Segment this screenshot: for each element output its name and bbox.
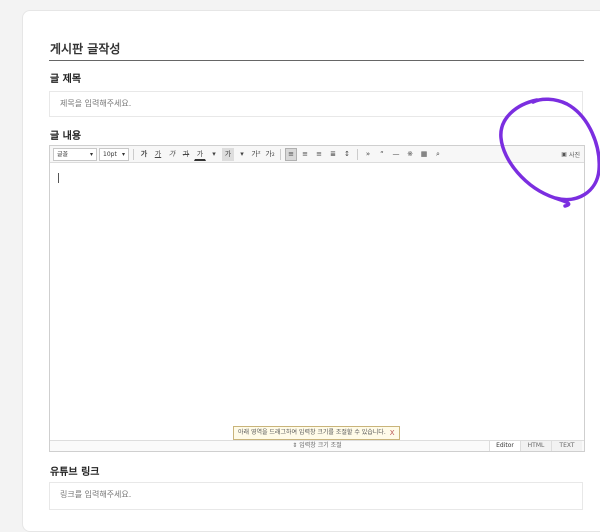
strikethrough-button[interactable]: 가 xyxy=(180,148,192,161)
align-justify-icon[interactable]: ≣ xyxy=(327,148,339,161)
font-size-value: 10pt xyxy=(103,150,117,158)
resize-label: 입력창 크기 조절 xyxy=(299,442,342,449)
resize-arrow-icon: ⇕ xyxy=(292,442,298,449)
chevron-down-icon: ▾ xyxy=(121,150,125,158)
resize-tooltip: 아래 영역을 드래그하여 입력창 크기를 조절할 수 있습니다. X xyxy=(233,426,400,440)
text-caret xyxy=(58,173,59,183)
horizontal-rule-icon[interactable]: — xyxy=(390,148,402,161)
search-icon[interactable]: ⌕ xyxy=(432,148,444,161)
hand-drawn-circle-annotation xyxy=(499,97,600,208)
font-family-value: 글꼴 xyxy=(57,150,69,158)
underline-button[interactable]: 가 xyxy=(152,148,164,161)
page-title: 게시판 글작성 xyxy=(50,42,121,56)
superscript-button[interactable]: 가² xyxy=(250,148,262,161)
special-character-icon[interactable]: ※ xyxy=(404,148,416,161)
tab-html[interactable]: HTML xyxy=(520,441,551,451)
align-left-icon[interactable]: ≡ xyxy=(285,147,297,161)
tooltip-text: 아래 영역을 드래그하여 입력창 크기를 조절할 수 있습니다. xyxy=(238,429,386,436)
toolbar-separator xyxy=(280,148,281,160)
title-divider xyxy=(49,60,584,61)
youtube-label: 유튜브 링크 xyxy=(50,467,100,478)
tab-editor[interactable]: Editor xyxy=(489,441,520,451)
chevron-down-icon[interactable]: ▾ xyxy=(208,148,220,161)
subscript-button[interactable]: 가₂ xyxy=(264,148,276,161)
quote-icon[interactable]: “ xyxy=(376,148,388,161)
chevron-down-icon: ▾ xyxy=(89,150,93,158)
bold-button[interactable]: 가 xyxy=(138,148,150,161)
table-icon[interactable]: ▦ xyxy=(418,148,430,161)
tab-text[interactable]: TEXT xyxy=(551,441,582,451)
editor-mode-tabs: Editor HTML TEXT xyxy=(489,441,582,451)
toolbar-separator xyxy=(357,148,358,160)
font-family-select[interactable]: 글꼴 ▾ xyxy=(53,147,97,161)
bulleted-list-icon[interactable]: » xyxy=(362,148,374,161)
align-center-icon[interactable]: ≡ xyxy=(299,148,311,161)
align-right-icon[interactable]: ≡ xyxy=(313,148,325,161)
close-icon[interactable]: X xyxy=(390,427,395,439)
chevron-down-icon[interactable]: ▾ xyxy=(236,148,248,161)
annotation-stroke xyxy=(499,97,600,208)
title-label: 글 제목 xyxy=(50,74,82,85)
youtube-link-input[interactable]: 링크를 입력해주세요. xyxy=(49,482,583,510)
line-height-icon[interactable]: ↕ xyxy=(341,148,353,161)
font-size-select[interactable]: 10pt ▾ xyxy=(99,147,129,161)
content-label: 글 내용 xyxy=(50,131,82,142)
text-color-button[interactable]: 가 xyxy=(194,147,206,161)
toolbar-separator xyxy=(133,148,134,160)
italic-button[interactable]: 가 xyxy=(166,148,178,161)
background-color-button[interactable]: 가 xyxy=(222,147,234,161)
